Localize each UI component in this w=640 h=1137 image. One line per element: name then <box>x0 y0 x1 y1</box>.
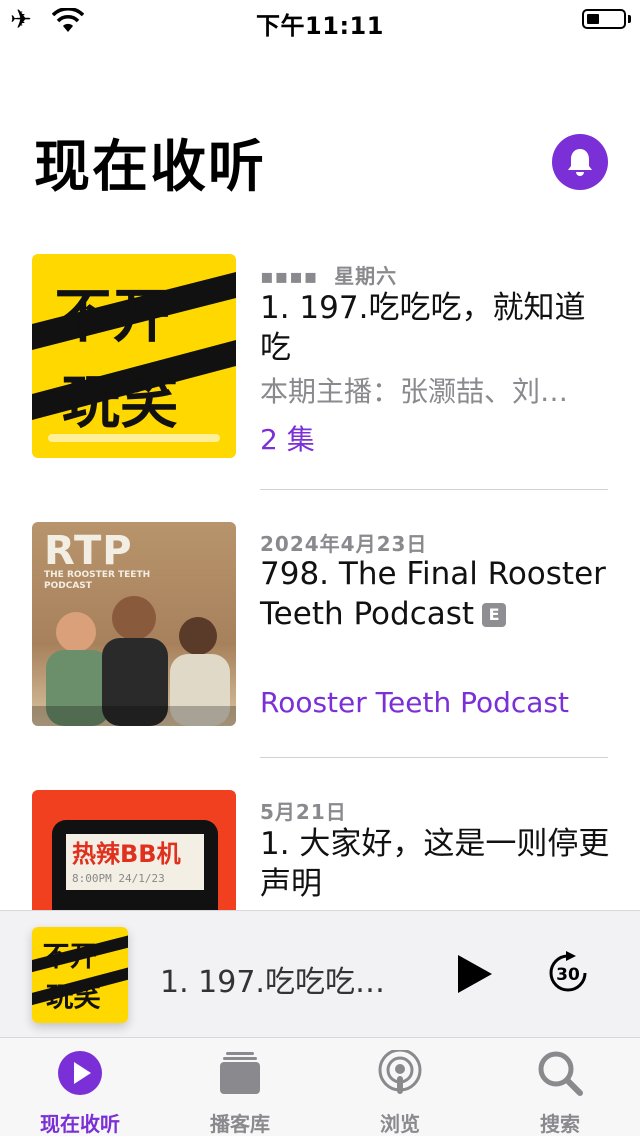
battery-tip <box>628 15 631 23</box>
skip-forward-icon: 30 <box>549 951 587 992</box>
tab-label: 浏览 <box>380 1112 420 1136</box>
library-stack-icon <box>220 1052 260 1094</box>
mini-player[interactable]: 不开 玩笑 1. 197.吃吃吃… 30 <box>0 910 640 1038</box>
play-icon <box>458 955 492 993</box>
tab-label: 搜索 <box>540 1112 580 1136</box>
hosts-illustration <box>32 596 236 726</box>
episode-title: 798. The Final Rooster Teeth Podcast E <box>260 556 606 632</box>
page-title: 现在收听 <box>34 135 266 200</box>
episode-title: 1. 大家好，这是一则停更声明 <box>260 826 610 902</box>
episode-row[interactable]: 热辣BB机 8:00PM 24/1/23 5月21日 1. 大家好，这是一则停更… <box>0 790 640 910</box>
episode-date: 2024年4月23日 <box>260 532 428 556</box>
status-bar: ✈ 下午11:11 <box>0 0 640 40</box>
tab-bar: 现在收听 播客库 浏览 搜索 <box>0 1038 640 1136</box>
episode-artwork: RTP THE ROOSTER TEETH PODCAST <box>32 522 236 726</box>
magnifier-icon <box>538 1051 583 1096</box>
status-time: 下午11:11 <box>256 12 384 40</box>
artwork-text: 热辣BB机 <box>72 840 181 868</box>
episode-date: ▪▪▪▪ 星期六 <box>260 264 398 288</box>
bell-icon <box>568 149 592 176</box>
episode-artwork: 热辣BB机 8:00PM 24/1/23 <box>32 790 236 910</box>
buzhi-wanxiao-logo: 不开 玩笑 <box>32 272 236 436</box>
episode-title: 1. 197.吃吃吃，就知道吃 <box>260 290 586 366</box>
artwork-subtext: 8:00PM 24/1/23 <box>72 872 165 885</box>
pager-illustration: 热辣BB机 8:00PM 24/1/23 <box>52 820 218 910</box>
episode-row[interactable]: 不开 玩笑 ▪▪▪▪ 星期六 1. 197.吃吃吃，就知道吃 本期主播：张灏喆、… <box>0 254 640 490</box>
divider <box>260 489 608 490</box>
artwork-text: 玩笑 <box>46 981 101 1013</box>
now-playing-title[interactable]: 1. 197.吃吃吃… <box>160 957 396 1001</box>
podcast-link[interactable]: Rooster Teeth Podcast <box>260 686 569 719</box>
tab-label: 现在收听 <box>40 1112 120 1136</box>
svg-text:30: 30 <box>556 965 580 985</box>
episode-description: 本期主播：张灏喆、刘… <box>260 375 569 408</box>
artwork-text: 不开 <box>42 942 97 973</box>
skip-forward-30-button[interactable]: 30 <box>546 951 590 995</box>
podcast-broadcast-icon <box>378 1050 422 1094</box>
episode-date: 5月21日 <box>260 800 347 824</box>
episode-count-link[interactable]: 2 集 <box>260 418 315 458</box>
now-playing-artwork: 不开 玩笑 <box>32 927 128 1023</box>
episode-row[interactable]: RTP THE ROOSTER TEETH PODCAST 2024年4月23日… <box>0 522 640 758</box>
tab-search[interactable]: 搜索 <box>480 1038 640 1136</box>
episode-artwork: 不开 玩笑 <box>32 254 236 458</box>
battery-icon <box>582 9 626 29</box>
tab-label: 播客库 <box>210 1112 270 1136</box>
explicit-badge: E <box>482 603 507 627</box>
play-button[interactable] <box>452 951 496 997</box>
tab-listen-now[interactable]: 现在收听 <box>0 1038 160 1136</box>
dots-icon: ▪▪▪▪ <box>260 264 319 288</box>
notifications-button[interactable] <box>552 134 608 190</box>
playback-progress <box>48 434 220 442</box>
play-circle-icon <box>58 1051 102 1095</box>
tab-library[interactable]: 播客库 <box>160 1038 320 1136</box>
tab-browse[interactable]: 浏览 <box>320 1038 480 1136</box>
artwork-text: 玩笑 <box>62 368 178 436</box>
artwork-text: 不开 <box>54 282 170 350</box>
divider <box>260 757 608 758</box>
